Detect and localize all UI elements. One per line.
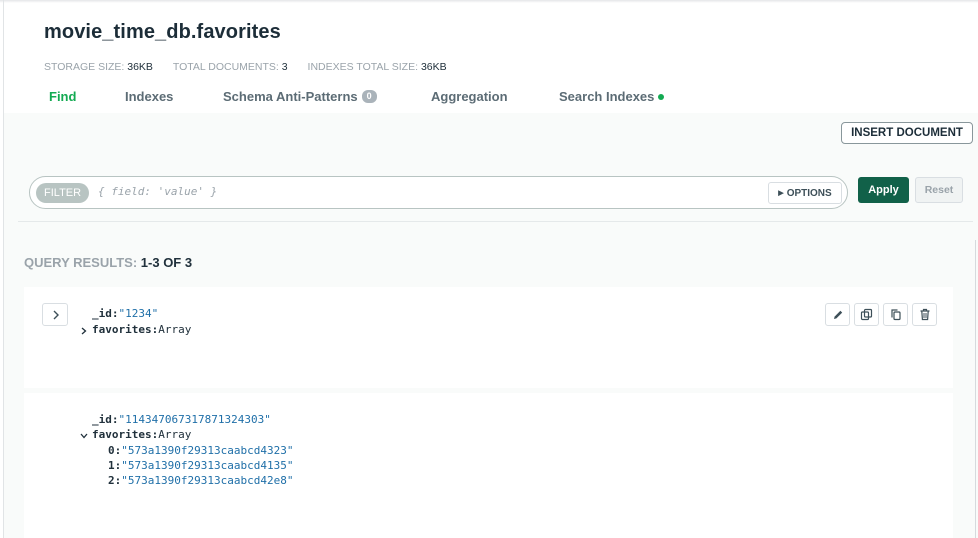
tab-schema-anti-patterns[interactable]: Schema Anti-Patterns 0: [223, 89, 377, 104]
array-item: 0: "573a1390f29313caabcd4323": [108, 444, 293, 457]
array-value: "573a1390f29313caabcd4135": [121, 459, 294, 472]
right-border: [975, 240, 976, 538]
clone-icon: [891, 309, 901, 321]
insert-document-button[interactable]: INSERT DOCUMENT: [841, 122, 973, 144]
filter-label: FILTER: [36, 183, 90, 203]
collection-stats: STORAGE SIZE: 36KB TOTAL DOCUMENTS: 3 IN…: [44, 61, 464, 73]
copy-document-button[interactable]: [854, 303, 879, 326]
array-value: "573a1390f29313caabcd42e8": [121, 474, 294, 487]
apply-button[interactable]: Apply: [858, 177, 909, 203]
filter-bar: FILTER { field: 'value' } ▶ OPTIONS: [29, 176, 848, 209]
anti-patterns-count-badge: 0: [361, 90, 377, 103]
tab-aggregation[interactable]: Aggregation: [431, 89, 508, 104]
tab-search-indexes-label: Search Indexes: [559, 89, 655, 104]
copy-icon: [860, 308, 873, 321]
tab-search-indexes[interactable]: Search Indexes: [559, 89, 665, 104]
expand-document-button[interactable]: [42, 303, 68, 326]
document-id-field: _id: "1234": [92, 307, 158, 320]
array-item: 2: "573a1390f29313caabcd42e8": [108, 474, 293, 487]
document-id-field: _id: "114347067317871324303": [92, 413, 271, 426]
tab-indexes-label: Indexes: [125, 89, 174, 104]
trash-icon: [920, 308, 929, 321]
tab-indexes[interactable]: Indexes: [125, 89, 173, 104]
storage-size-label: STORAGE SIZE:: [44, 61, 125, 73]
array-index: 1:: [108, 459, 122, 472]
array-value: "573a1390f29313caabcd4323": [121, 444, 294, 457]
document-card: _id: "1234" favorites: Array: [24, 287, 953, 388]
query-results-label: QUERY RESULTS:: [24, 255, 138, 270]
tab-find[interactable]: Find: [49, 89, 76, 104]
field-key: _id:: [92, 307, 119, 320]
favorites-field: favorites: Array: [92, 323, 191, 336]
array-item: 1: "573a1390f29313caabcd4135": [108, 459, 293, 472]
field-value: "1234": [118, 307, 159, 320]
delete-document-button[interactable]: [912, 303, 937, 326]
field-type: Array: [158, 428, 192, 441]
total-documents-value: 3: [281, 61, 288, 73]
top-shadow: [0, 0, 978, 3]
options-label: OPTIONS: [786, 187, 832, 199]
caret-right-icon: ▶: [778, 190, 784, 197]
field-key: favorites:: [92, 428, 159, 441]
array-index: 2:: [108, 474, 122, 487]
field-key: _id:: [92, 413, 119, 426]
expand-field-toggle[interactable]: [79, 325, 89, 337]
indexes-size-value: 36KB: [420, 61, 447, 73]
storage-size-stat: STORAGE SIZE: 36KB: [44, 61, 153, 73]
chevron-right-icon: [53, 310, 59, 319]
field-type: Array: [158, 323, 192, 336]
favorites-field: favorites: Array: [92, 428, 191, 441]
collection-tabs: Find Indexes Schema Anti-Patterns 0 Aggr…: [0, 89, 978, 113]
total-documents-stat: TOTAL DOCUMENTS: 3: [173, 61, 288, 73]
caret-down-icon: [80, 433, 88, 439]
pencil-icon: [833, 310, 842, 319]
tab-aggregation-label: Aggregation: [431, 89, 508, 104]
collapse-field-toggle[interactable]: [79, 431, 89, 441]
clone-document-button[interactable]: [883, 303, 908, 326]
status-dot-icon: [658, 93, 665, 100]
reset-button[interactable]: Reset: [915, 177, 963, 203]
indexes-size-stat: INDEXES TOTAL SIZE: 36KB: [308, 61, 447, 73]
indexes-size-label: INDEXES TOTAL SIZE:: [307, 61, 419, 73]
filter-input[interactable]: { field: 'value' }: [98, 185, 217, 198]
divider: [18, 221, 973, 222]
field-value: "114347067317871324303": [118, 413, 271, 426]
query-results-count: 1-3 OF 3: [140, 255, 193, 270]
query-results-summary: QUERY RESULTS: 1-3 OF 3: [24, 255, 192, 270]
options-button[interactable]: ▶ OPTIONS: [768, 182, 842, 204]
caret-right-icon: [81, 327, 87, 335]
edit-document-button[interactable]: [825, 303, 850, 326]
array-index: 0:: [108, 444, 122, 457]
total-documents-label: TOTAL DOCUMENTS:: [172, 61, 279, 73]
tab-find-label: Find: [49, 89, 77, 104]
collection-title: movie_time_db.favorites: [44, 21, 281, 43]
document-card: _id: "114347067317871324303" favorites: …: [24, 393, 953, 538]
field-key: favorites:: [92, 323, 159, 336]
tab-schema-label: Schema Anti-Patterns: [223, 89, 358, 104]
storage-size-value: 36KB: [127, 61, 153, 73]
